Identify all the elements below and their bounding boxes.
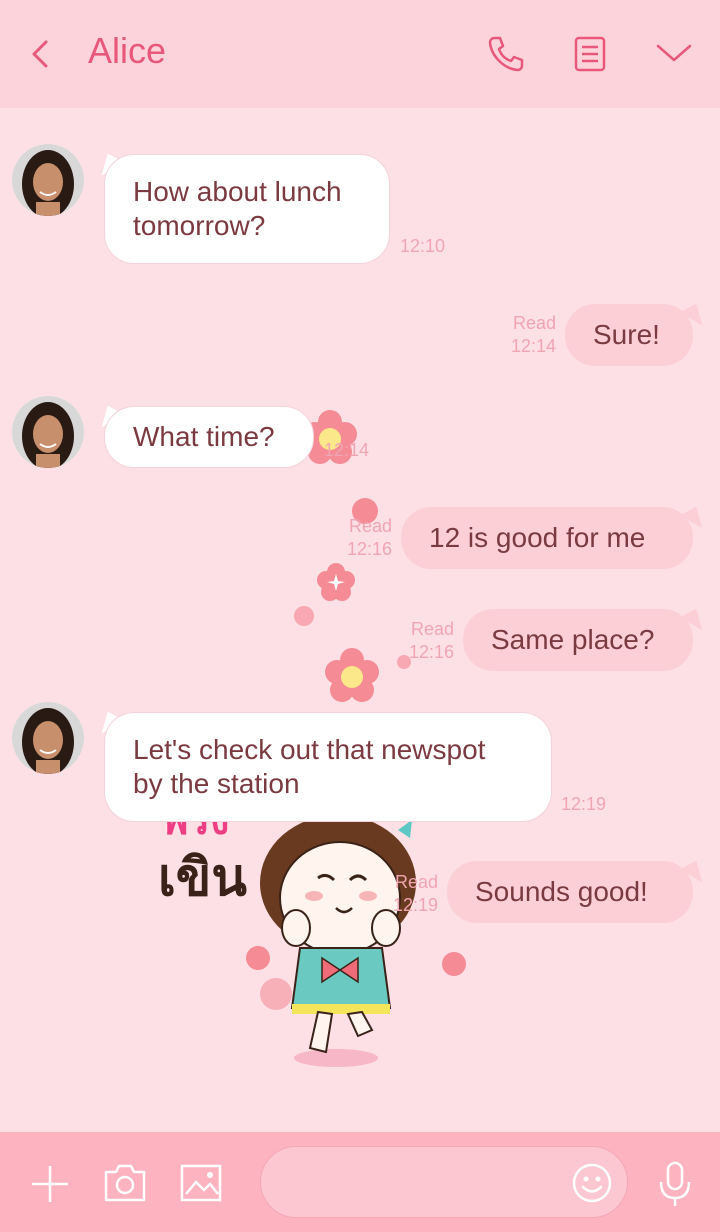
read-receipt: Read 12:16 — [394, 618, 454, 664]
message-text: How about lunch — [133, 176, 342, 207]
read-receipt: Read 12:14 — [496, 312, 556, 358]
message-timestamp: 12:10 — [400, 236, 446, 256]
flower-decoration-icon — [317, 563, 355, 601]
read-label: Read — [512, 313, 556, 333]
message-bubble-incoming[interactable]: Let's check out that newspot by the stat… — [104, 712, 552, 822]
plus-icon[interactable] — [28, 1162, 72, 1206]
read-label: Read — [394, 872, 438, 892]
flower-decoration-icon — [325, 648, 379, 702]
message-bubble-outgoing[interactable]: Sure! — [565, 304, 693, 366]
message-input[interactable] — [260, 1146, 628, 1218]
read-label: Read — [348, 516, 392, 536]
message-text: Same place? — [491, 624, 655, 655]
message-text: Let's check out that newspot — [133, 734, 486, 765]
contact-photo-image — [12, 144, 84, 216]
message-bubble-outgoing[interactable]: Same place? — [463, 609, 693, 671]
message-timestamp: 12:19 — [392, 895, 438, 915]
chat-header: Alice — [0, 0, 720, 108]
message-bubble-outgoing[interactable]: 12 is good for me — [401, 507, 693, 569]
message-text: 12 is good for me — [429, 522, 646, 553]
message-text: by the station — [133, 768, 300, 799]
image-icon[interactable] — [178, 1162, 224, 1204]
message-timestamp: 12:16 — [408, 642, 454, 662]
message-bubble-incoming[interactable]: How about lunch tomorrow? — [104, 154, 390, 264]
message-text: tomorrow? — [133, 210, 266, 241]
microphone-icon[interactable] — [656, 1160, 694, 1208]
sticker-text-bottom: เขิน — [158, 848, 247, 908]
input-toolbar — [0, 1132, 720, 1232]
chat-title[interactable]: Alice — [88, 30, 166, 72]
smiley-icon[interactable] — [571, 1162, 613, 1204]
read-receipt: Read 12:16 — [332, 515, 392, 561]
read-label: Read — [410, 619, 454, 639]
message-text: Sure! — [593, 319, 660, 350]
avatar[interactable] — [12, 702, 84, 774]
message-timestamp: 12:14 — [510, 336, 556, 356]
avatar[interactable] — [12, 396, 84, 468]
message-bubble-incoming[interactable]: What time? — [104, 406, 314, 468]
chevron-left-icon[interactable] — [26, 36, 58, 72]
message-timestamp: 12:16 — [346, 539, 392, 559]
avatar[interactable] — [12, 144, 84, 216]
contact-photo-image — [12, 702, 84, 774]
message-timestamp: 12:19 — [561, 794, 607, 814]
camera-icon[interactable] — [102, 1162, 148, 1204]
message-text: Sounds good! — [475, 876, 648, 907]
contact-photo-image — [12, 396, 84, 468]
message-bubble-outgoing[interactable]: Sounds good! — [447, 861, 693, 923]
phone-icon[interactable] — [484, 32, 528, 76]
flower-decoration-icon — [294, 606, 314, 626]
message-list[interactable]: พรง เขิน How about lunch tomorrow? 12:1 — [0, 108, 720, 1132]
message-timestamp: 12:14 — [324, 440, 370, 460]
message-text: What time? — [133, 421, 275, 452]
notes-icon[interactable] — [568, 32, 612, 76]
read-receipt: Read 12:19 — [378, 871, 438, 917]
chevron-down-icon[interactable] — [652, 32, 696, 76]
